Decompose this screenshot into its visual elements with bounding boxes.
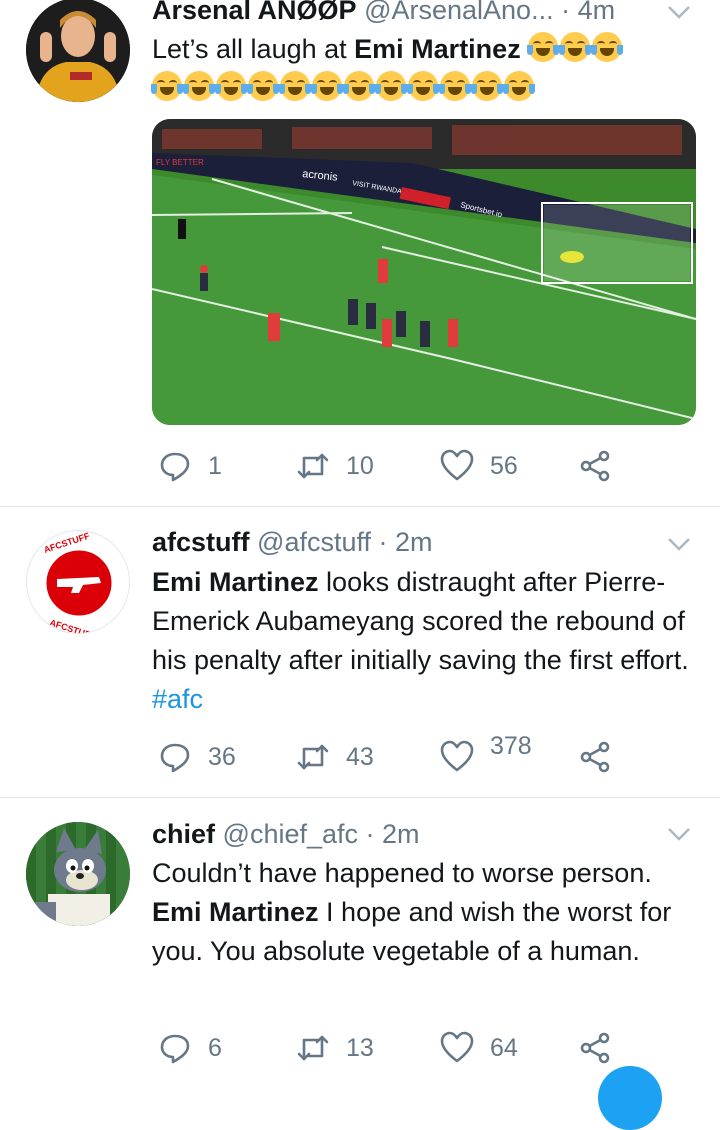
tweet-actions: 1 10 56 — [152, 446, 632, 486]
share-icon — [580, 741, 610, 773]
like-count: 56 — [490, 452, 518, 480]
player-avatar-image — [26, 0, 130, 102]
bold-mention: Emi Martinez — [152, 567, 319, 597]
share-icon — [580, 450, 610, 482]
like-count: 64 — [490, 1034, 518, 1062]
chevron-down-icon[interactable] — [666, 534, 692, 554]
reply-icon — [160, 1034, 190, 1064]
retweet-icon — [297, 453, 329, 479]
reply-icon — [160, 743, 190, 773]
retweet-button[interactable]: 13 — [296, 1028, 374, 1068]
timestamp[interactable]: · 4m — [561, 0, 615, 25]
reply-button[interactable]: 36 — [158, 737, 236, 777]
user-handle[interactable]: @ArsenalAno... — [364, 0, 554, 25]
tweet-header: chief @chief_afc · 2m — [152, 818, 420, 850]
retweet-button[interactable]: 10 — [296, 446, 374, 486]
chevron-down-icon[interactable] — [666, 2, 692, 22]
share-button[interactable] — [578, 1028, 628, 1068]
tweet-text: Couldn’t have happened to worse person. … — [152, 854, 692, 971]
user-handle[interactable]: @chief_afc — [223, 819, 358, 849]
tweet-header: afcstuff @afcstuff · 2m — [152, 526, 433, 558]
display-name[interactable]: afcstuff — [152, 527, 250, 557]
like-button[interactable]: 64 — [440, 1028, 518, 1068]
reply-count: 1 — [208, 452, 222, 480]
like-count: 378 — [490, 732, 532, 760]
share-icon — [580, 1032, 610, 1064]
match-video-thumbnail[interactable]: FLY BETTER acronis VISIT RWANDA Sportsbe… — [152, 119, 696, 425]
avatar-afcstuff[interactable]: AFCSTUFF AFCSTUFF — [26, 530, 130, 634]
laughing-emoji-icon — [527, 32, 624, 64]
reply-count: 36 — [208, 743, 236, 771]
afcstuff-logo-image: AFCSTUFF AFCSTUFF — [29, 531, 129, 633]
tweet-2[interactable]: AFCSTUFF AFCSTUFF afcstuff @afcstuff · 2… — [0, 507, 720, 797]
hashtag-link[interactable]: #afc — [152, 684, 203, 714]
like-button[interactable]: 56 — [440, 446, 518, 486]
chevron-down-icon[interactable] — [666, 824, 692, 844]
tweet-1[interactable]: Arsenal ANØØP @ArsenalAno... · 4m Let’s … — [0, 0, 720, 506]
like-button[interactable]: 378 — [440, 732, 532, 777]
tweet-actions: 36 43 378 — [152, 732, 632, 777]
retweet-icon — [297, 1035, 329, 1061]
laughing-emoji-icon — [151, 71, 536, 103]
svg-text:FLY BETTER: FLY BETTER — [156, 158, 204, 167]
avatar-arsenal-anoop[interactable] — [26, 0, 130, 102]
share-button[interactable] — [578, 446, 628, 486]
tweet-text: Emi Martinez looks distraught after Pier… — [152, 563, 692, 719]
football-pitch-image: FLY BETTER acronis VISIT RWANDA Sportsbe… — [152, 119, 696, 425]
retweet-icon — [297, 744, 329, 770]
tweet-actions: 6 13 64 — [152, 1028, 632, 1068]
avatar-chief[interactable] — [26, 822, 130, 926]
display-name[interactable]: Arsenal ANØØP — [152, 0, 357, 25]
timestamp[interactable]: · 2m — [366, 819, 420, 849]
bold-mention: Emi Martinez — [354, 34, 521, 64]
heart-icon — [440, 1031, 474, 1063]
timestamp[interactable]: · 2m — [379, 527, 433, 557]
reply-button[interactable]: 1 — [158, 446, 222, 486]
tweet-text: Let’s all laugh at Emi Martinez — [151, 30, 692, 108]
retweet-count: 10 — [346, 452, 374, 480]
tweet-text-part: Let’s all laugh at — [152, 34, 355, 64]
retweet-button[interactable]: 43 — [296, 737, 374, 777]
reply-icon — [160, 452, 190, 482]
retweet-count: 43 — [346, 743, 374, 771]
heart-icon — [440, 449, 474, 481]
tweet-header: Arsenal ANØØP @ArsenalAno... · 4m — [152, 0, 615, 26]
display-name[interactable]: chief — [152, 819, 215, 849]
user-handle[interactable]: @afcstuff — [257, 527, 371, 557]
reply-button[interactable]: 6 — [158, 1028, 222, 1068]
share-button[interactable] — [578, 737, 628, 777]
cartoon-cat-avatar-image — [26, 822, 130, 926]
bold-mention: Emi Martinez — [152, 897, 319, 927]
retweet-count: 13 — [346, 1034, 374, 1062]
reply-count: 6 — [208, 1034, 222, 1062]
tweet-3[interactable]: chief @chief_afc · 2m Couldn’t have happ… — [0, 798, 720, 1076]
tweet-text-part: Couldn’t have happened to worse person. — [152, 858, 652, 888]
heart-icon — [440, 740, 474, 772]
